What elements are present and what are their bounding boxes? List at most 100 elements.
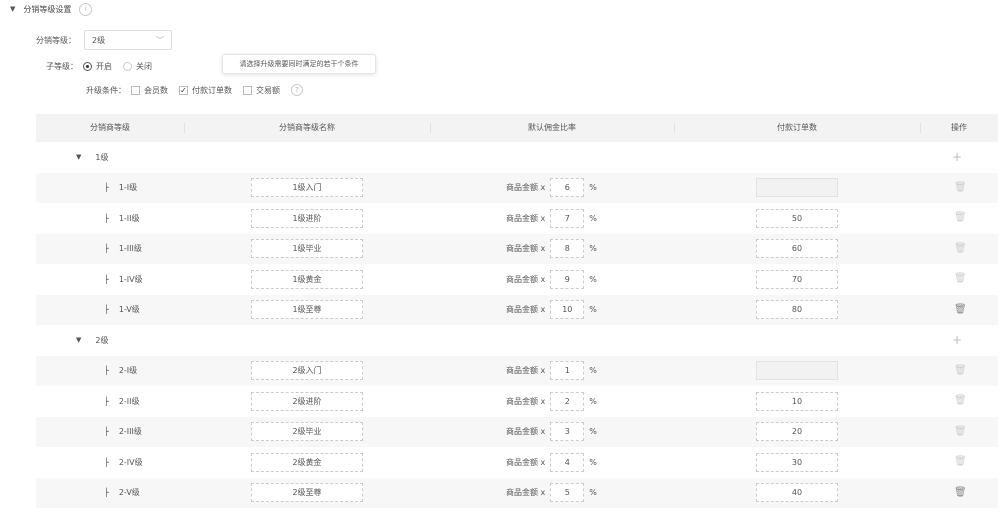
tree-branch-icon: ├ — [104, 366, 109, 376]
upgrade-option-orders[interactable]: ✓ 付款订单数 — [179, 85, 232, 96]
trash-icon[interactable]: 🗑 — [954, 182, 967, 193]
group-cell[interactable]: ▼ 2级 — [76, 325, 108, 356]
percent-sign: % — [589, 244, 597, 254]
commission-prefix: 商品金额 x — [506, 427, 546, 437]
action-cell: 🗑 — [954, 478, 967, 509]
rate-input[interactable]: 7 — [550, 208, 585, 228]
orders-input[interactable]: 70 — [756, 269, 838, 289]
rate-cell: 商品金额 x 8% — [506, 234, 597, 265]
upgrade-label: 升级条件： — [86, 85, 126, 95]
orders-input[interactable]: 10 — [756, 391, 838, 411]
level-select[interactable]: 2级 ﹀ — [84, 30, 172, 50]
upgrade-option-label: 付款订单数 — [192, 85, 232, 95]
percent-sign: % — [589, 183, 597, 193]
rate-input[interactable]: 9 — [550, 269, 585, 289]
group-row[interactable]: ▼ 1级 + — [36, 142, 998, 173]
level-cell: ├ 1-I级 — [104, 173, 137, 204]
level-name-input[interactable]: 2级毕业 — [251, 422, 363, 442]
name-cell: 1级毕业 — [251, 234, 363, 265]
help-icon[interactable]: ? — [291, 84, 303, 96]
level-name-input[interactable]: 1级入门 — [251, 178, 363, 198]
level-name-input[interactable]: 2级进阶 — [251, 391, 363, 411]
commission-prefix: 商品金额 x — [506, 213, 546, 223]
percent-sign: % — [589, 213, 597, 223]
action-cell: 🗑 — [954, 234, 967, 265]
orders-cell: 40 — [756, 478, 838, 509]
trash-icon[interactable]: 🗑 — [954, 304, 967, 315]
sub-level-off-option[interactable]: 关闭 — [123, 61, 152, 72]
commission-prefix: 商品金额 x — [506, 244, 546, 254]
sub-level-on-option[interactable]: 开启 — [83, 61, 112, 72]
name-cell: 1级至尊 — [251, 295, 363, 326]
table-row: ├ 1-IV级 1级黄金 商品金额 x 9% 70 🗑 — [36, 264, 998, 295]
orders-input[interactable]: 40 — [756, 483, 838, 503]
table-header: 分销商等级 分销商等级名称 默认佣金比率 付款订单数 操作 — [36, 114, 998, 142]
caret-down-icon[interactable]: ▼ — [76, 153, 81, 161]
orders-cell: 50 — [756, 203, 838, 234]
upgrade-option-label: 会员数 — [144, 85, 168, 95]
level-cell: ├ 1-III级 — [104, 234, 142, 265]
group-row[interactable]: ▼ 2级 + — [36, 325, 998, 356]
name-cell: 2级至尊 — [251, 478, 363, 509]
caret-down-icon[interactable]: ▼ — [10, 5, 15, 13]
commission-prefix: 商品金额 x — [506, 183, 546, 193]
rate-input[interactable]: 5 — [550, 483, 585, 503]
orders-input — [756, 361, 838, 381]
sub-level-name: 1-I级 — [118, 183, 138, 193]
level-name-input[interactable]: 1级黄金 — [251, 269, 363, 289]
orders-input[interactable]: 20 — [756, 422, 838, 442]
radio-off[interactable] — [123, 62, 132, 71]
level-name-input[interactable]: 1级至尊 — [251, 300, 363, 320]
trash-icon[interactable]: 🗑 — [954, 426, 967, 437]
rate-input[interactable]: 8 — [550, 239, 585, 259]
trash-icon[interactable]: 🗑 — [954, 396, 967, 406]
upgrade-option-amount[interactable]: 交易额 — [243, 85, 280, 96]
add-icon[interactable]: + — [952, 142, 962, 173]
checkbox-members[interactable] — [131, 85, 140, 95]
name-cell: 1级入门 — [251, 173, 363, 204]
info-icon[interactable]: i — [79, 2, 93, 16]
add-icon[interactable]: + — [952, 325, 962, 356]
rate-input[interactable]: 4 — [550, 452, 585, 472]
radio-on[interactable] — [83, 62, 92, 71]
trash-icon[interactable]: 🗑 — [954, 457, 967, 467]
level-name-input[interactable]: 2级至尊 — [251, 483, 363, 503]
rate-input[interactable]: 6 — [550, 178, 585, 198]
trash-icon[interactable]: 🗑 — [954, 274, 967, 284]
sub-level-row: 子等级： 开启 关闭 — [46, 61, 158, 72]
level-name-input[interactable]: 1级毕业 — [251, 239, 363, 259]
orders-cell: 20 — [756, 417, 838, 448]
upgrade-option-members[interactable]: 会员数 — [131, 85, 168, 96]
level-name-input[interactable]: 2级入门 — [251, 361, 363, 381]
trash-icon[interactable]: 🗑 — [954, 243, 967, 254]
commission-prefix: 商品金额 x — [506, 396, 546, 406]
group-name: 2级 — [95, 335, 109, 345]
rate-input[interactable]: 1 — [550, 361, 585, 381]
rate-cell: 商品金额 x 1% — [506, 356, 597, 387]
level-name-input[interactable]: 1级进阶 — [251, 208, 363, 228]
orders-cell: 70 — [756, 264, 838, 295]
sub-level-name: 2-I级 — [118, 366, 138, 376]
level-cell: ├ 2-IV级 — [104, 447, 143, 478]
orders-input[interactable]: 30 — [756, 452, 838, 472]
orders-input[interactable]: 80 — [756, 300, 838, 320]
col-header-actions: 操作 — [951, 123, 967, 132]
action-cell: 🗑 — [954, 295, 967, 326]
rate-input[interactable]: 2 — [550, 391, 585, 411]
rate-input[interactable]: 3 — [550, 422, 585, 442]
trash-icon[interactable]: 🗑 — [954, 487, 967, 498]
section-header[interactable]: ▼ 分销等级设置 i — [10, 2, 93, 16]
orders-input[interactable]: 50 — [756, 208, 838, 228]
group-cell[interactable]: ▼ 1级 — [76, 142, 108, 173]
trash-icon[interactable]: 🗑 — [954, 213, 967, 223]
checkbox-amount[interactable] — [243, 85, 252, 95]
orders-input[interactable]: 60 — [756, 239, 838, 259]
trash-icon[interactable]: 🗑 — [954, 365, 967, 376]
checkbox-orders[interactable]: ✓ — [179, 85, 188, 95]
table-row: ├ 2-V级 2级至尊 商品金额 x 5% 40 🗑 — [36, 477, 998, 509]
level-name-input[interactable]: 2级黄金 — [251, 452, 363, 472]
caret-down-icon[interactable]: ▼ — [76, 336, 81, 344]
tree-branch-icon: ├ — [104, 183, 109, 193]
rate-input[interactable]: 10 — [550, 300, 585, 320]
col-header-name: 分销商等级名称 — [279, 123, 335, 132]
